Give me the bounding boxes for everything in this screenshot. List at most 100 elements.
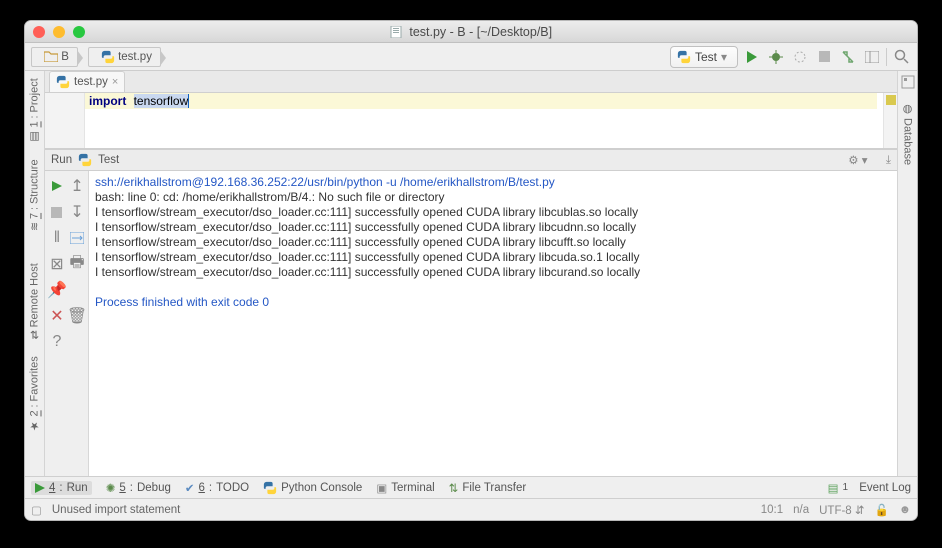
run-config-selector[interactable]: Test ▾ [670, 46, 738, 68]
breadcrumb-project-label: B [61, 51, 69, 63]
file-encoding[interactable]: UTF-8 ⇵ [819, 503, 864, 517]
console-line [95, 280, 889, 295]
window-title-text: test.py - B - [~/Desktop/B] [409, 25, 552, 39]
bottom-tab-event-log[interactable]: ▤ 1 Event Log [828, 481, 911, 495]
run-panel-title: Run [51, 154, 72, 166]
code-line-1[interactable]: import tensorflow [85, 93, 877, 109]
tool-structure[interactable]: ≋7: Structure [28, 156, 41, 234]
bug-icon: ✺ [106, 481, 116, 495]
bottom-tab-python-console[interactable]: Python Console [263, 481, 362, 495]
editor-tab-strip: test.py × [45, 71, 897, 93]
tool-database[interactable]: ◍Database [901, 99, 914, 168]
breadcrumb-file-label: test.py [118, 51, 152, 63]
python-icon [78, 153, 92, 167]
ide-window: test.py - B - [~/Desktop/B] B test.py Te… [24, 20, 918, 521]
text-caret [188, 94, 189, 108]
code-selection: tensorflow [134, 94, 189, 108]
toolbar: B test.py Test ▾ [25, 43, 917, 71]
chevron-down-icon: ▾ [721, 50, 727, 64]
tool-favorites[interactable]: ★2: Favorites [28, 353, 41, 435]
help-icon[interactable]: ? [47, 329, 67, 355]
breadcrumb-file[interactable]: test.py [88, 47, 161, 67]
insert-mode[interactable]: n/a [793, 504, 809, 516]
bottom-tab-run[interactable]: 4: Run [31, 481, 92, 495]
db-panel-icon[interactable] [901, 75, 915, 89]
stop-button[interactable] [814, 47, 834, 67]
console-line: I tensorflow/stream_executor/dso_loader.… [95, 265, 889, 280]
bottom-tab-todo[interactable]: ✔ 6: TODO [185, 481, 249, 495]
remote-icon: ⇄ [28, 331, 41, 340]
tool-project[interactable]: ▥1: Project [28, 75, 41, 146]
coverage-button[interactable] [790, 47, 810, 67]
close-icon[interactable]: ⊠ [47, 251, 67, 277]
console-line: I tensorflow/stream_executor/dso_loader.… [95, 235, 889, 250]
console-line: I tensorflow/stream_executor/dso_loader.… [95, 205, 889, 220]
search-button[interactable] [891, 47, 911, 67]
editor-gutter[interactable] [45, 93, 85, 148]
hector-icon[interactable]: ☻ [899, 504, 911, 516]
right-tool-strip: ◍Database [897, 71, 917, 476]
scroll-down-icon[interactable]: ↧ [67, 199, 87, 225]
pin-icon[interactable]: 📌 [47, 277, 67, 303]
bottom-tool-bar: 4: Run ✺ 5: Debug ✔ 6: TODO Python Conso… [25, 476, 917, 498]
python-icon [677, 50, 691, 64]
editor-tab-testpy[interactable]: test.py × [49, 71, 125, 92]
breadcrumb-project[interactable]: B [31, 47, 78, 67]
bottom-tab-file-transfer[interactable]: ⇅ File Transfer [449, 481, 527, 495]
tool-remote-host[interactable]: ⇄Remote Host [28, 260, 41, 342]
bottom-tab-terminal[interactable]: ▣ Terminal [376, 481, 434, 495]
toggle-tool-windows-icon[interactable]: ▢ [31, 503, 42, 517]
python-icon [101, 50, 115, 64]
run-panel: ↥ ↧ ‖ ⊠ 🖶 📌 ✕ 🗑 ? ssh://erikhallstrom@19… [45, 171, 897, 476]
soft-wrap-icon[interactable] [67, 225, 87, 251]
left-tool-strip: ▥1: Project ≋7: Structure ⇄Remote Host ★… [25, 71, 45, 476]
transfer-icon: ⇅ [449, 481, 459, 495]
editor[interactable]: import tensorflow [45, 93, 897, 149]
gear-icon[interactable]: ⚙ ▾ [848, 153, 867, 167]
bottom-tab-debug[interactable]: ✺ 5: Debug [106, 481, 171, 495]
console-line: bash: line 0: cd: /home/erikhallstrom/B/… [95, 190, 889, 205]
stop-icon[interactable] [47, 199, 67, 225]
warning-marker[interactable] [886, 95, 896, 105]
maximize-window-button[interactable] [73, 26, 85, 38]
close-tab-button[interactable]: × [112, 76, 118, 88]
eventlog-icon: ▤ [828, 481, 839, 495]
clear-icon[interactable]: ✕ [47, 303, 67, 329]
run-button[interactable] [742, 47, 762, 67]
close-window-button[interactable] [33, 26, 45, 38]
editor-marker-bar[interactable] [883, 93, 897, 148]
python-icon [56, 75, 70, 89]
trash-icon[interactable]: 🗑 [67, 303, 87, 329]
download-icon[interactable]: ⤓ [886, 154, 891, 167]
structure-icon: ≋ [28, 222, 41, 231]
window-title: test.py - B - [~/Desktop/B] [25, 25, 917, 39]
pause-icon[interactable]: ‖ [47, 225, 67, 251]
terminal-icon: ▣ [376, 481, 387, 495]
folder-icon [44, 51, 58, 62]
run-config-label: Test [695, 50, 717, 64]
todo-icon: ✔ [185, 481, 195, 495]
console-line: I tensorflow/stream_executor/dso_loader.… [95, 220, 889, 235]
rerun-button[interactable] [838, 47, 858, 67]
console-line: Process finished with exit code 0 [95, 295, 889, 310]
titlebar: test.py - B - [~/Desktop/B] [25, 21, 917, 43]
code-keyword: import [89, 94, 126, 108]
console-output[interactable]: ssh://erikhallstrom@192.168.36.252:22/us… [89, 171, 897, 476]
rerun-icon[interactable] [47, 173, 67, 199]
python-icon [263, 481, 277, 495]
editor-tab-label: test.py [74, 76, 108, 88]
caret-position[interactable]: 10:1 [761, 504, 783, 516]
scroll-up-icon[interactable]: ↥ [67, 173, 87, 199]
file-icon [390, 26, 402, 38]
console-line: I tensorflow/stream_executor/dso_loader.… [95, 250, 889, 265]
project-icon: ▥ [28, 130, 41, 143]
debug-button[interactable] [766, 47, 786, 67]
database-icon: ◍ [901, 102, 914, 115]
console-line: ssh://erikhallstrom@192.168.36.252:22/us… [95, 175, 889, 190]
minimize-window-button[interactable] [53, 26, 65, 38]
run-panel-header: Run Test ⚙ ▾ ⤓ [45, 149, 897, 171]
print-icon[interactable]: 🖶 [67, 251, 87, 277]
lock-icon[interactable]: 🔓 [875, 503, 889, 517]
status-bar: ▢ Unused import statement 10:1 n/a UTF-8… [25, 498, 917, 520]
layout-button[interactable] [862, 47, 882, 67]
